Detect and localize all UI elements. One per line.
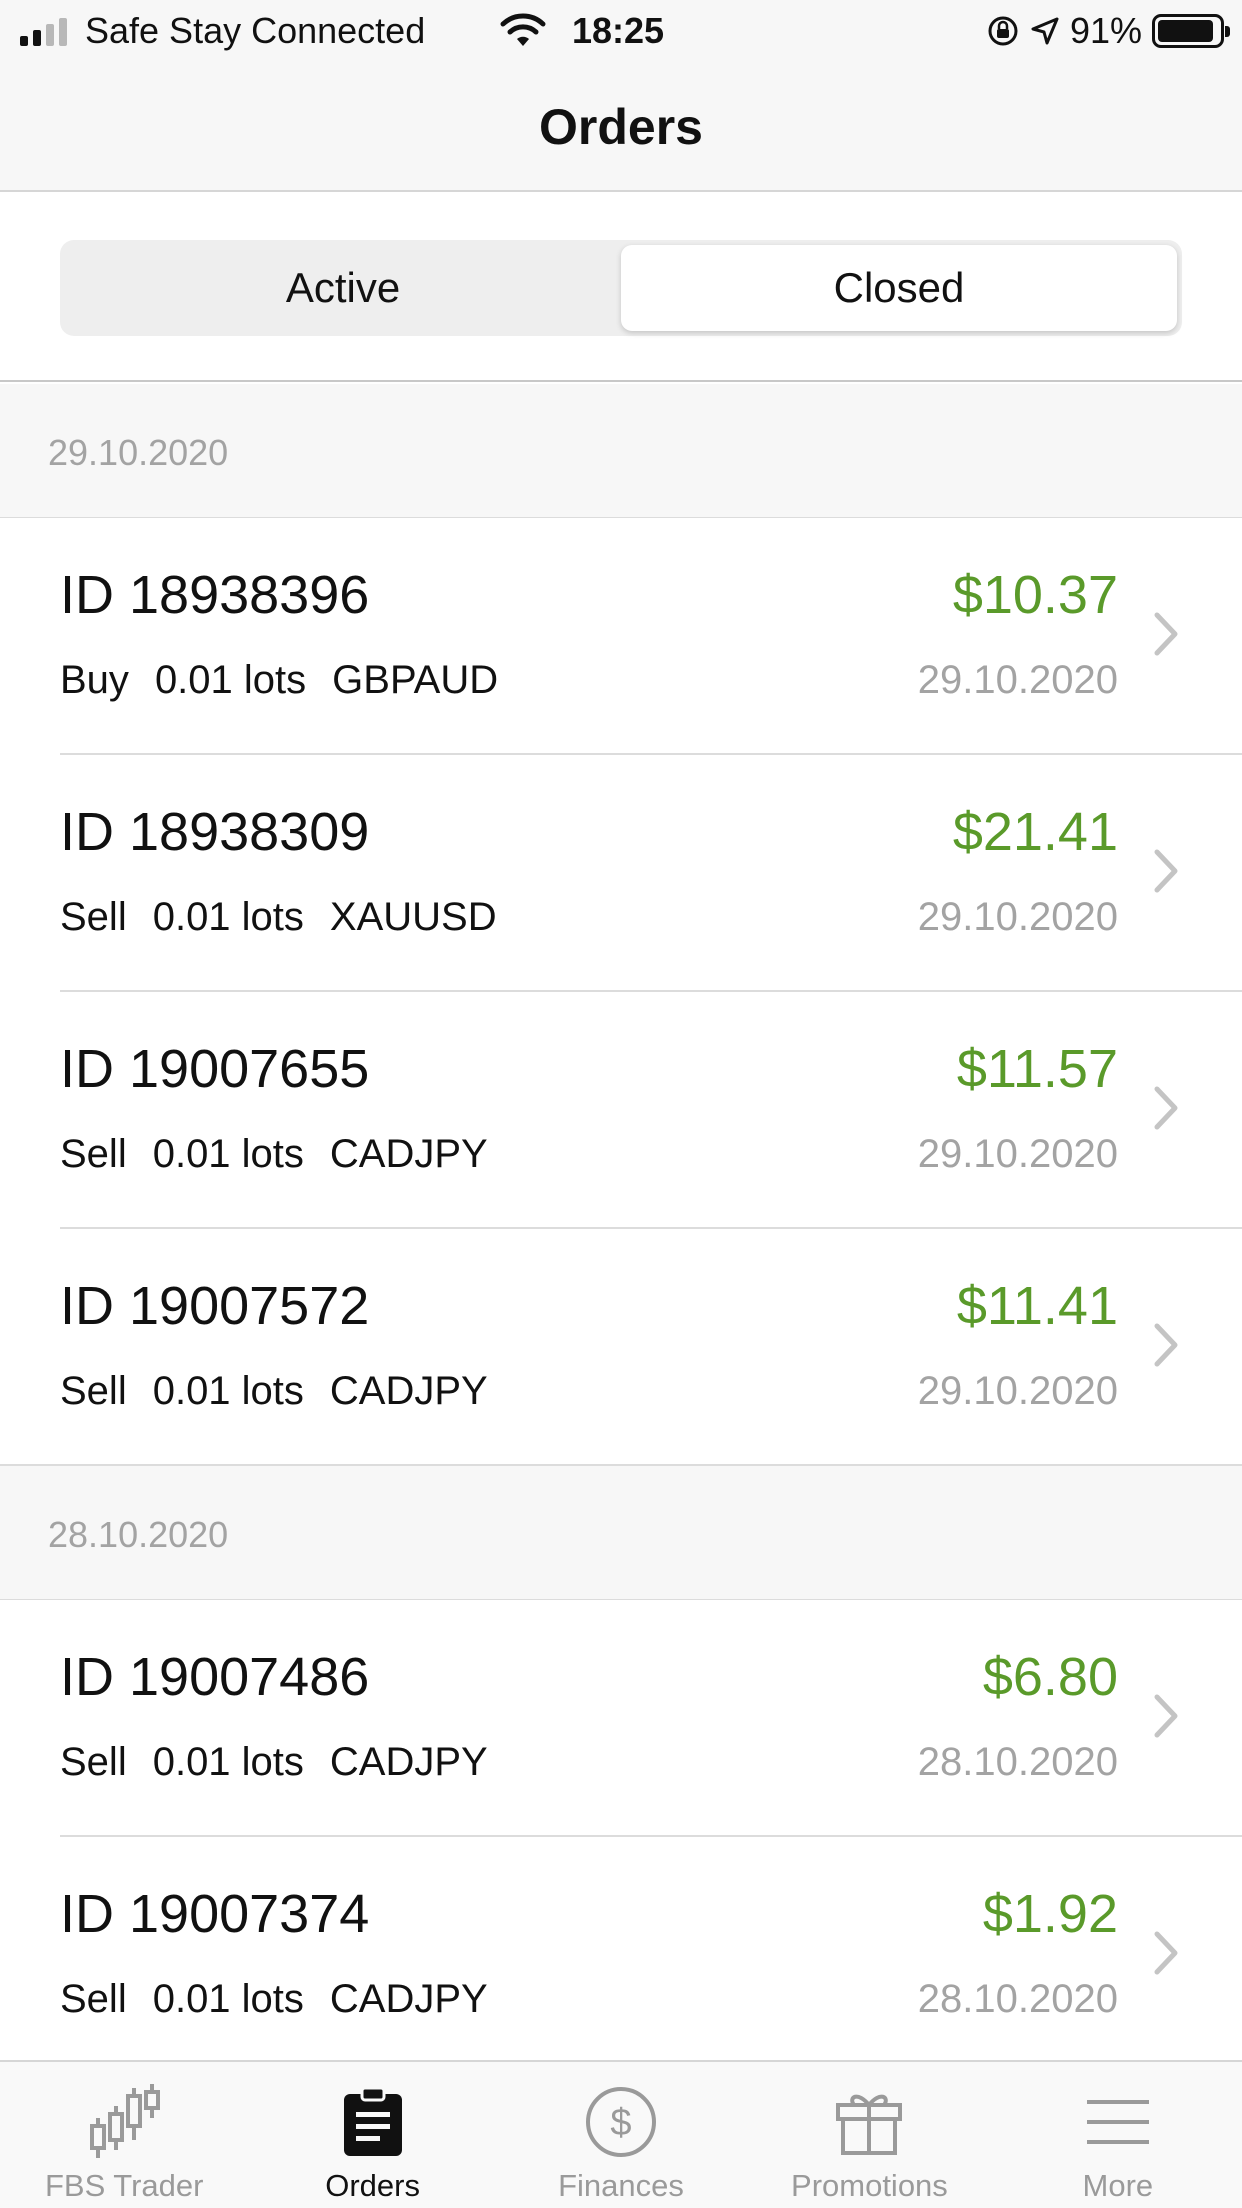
order-lots: 0.01 lots — [152, 1369, 304, 1413]
order-symbol: GBPAUD — [332, 658, 499, 702]
chevron-right-icon — [1154, 1323, 1178, 1367]
tab-more[interactable]: More — [994, 2062, 1242, 2208]
order-side: Sell — [60, 1132, 127, 1176]
section-header: 29.10.2020 — [0, 384, 1242, 518]
order-lots: 0.01 lots — [152, 1977, 304, 2021]
order-date: 29.10.2020 — [917, 658, 1118, 702]
tab-finances[interactable]: $ Finances — [497, 2062, 745, 2208]
clock: 18:25 — [572, 10, 665, 51]
order-profit: $11.57 — [956, 1039, 1118, 1099]
chevron-right-icon — [1154, 612, 1178, 656]
page-title: Orders — [539, 99, 703, 155]
tab-label: Promotions — [791, 2168, 948, 2203]
tab-orders[interactable]: Orders — [248, 2062, 496, 2208]
order-side: Sell — [60, 895, 127, 939]
tab-fbs-trader[interactable]: FBS Trader — [0, 2062, 248, 2208]
battery-fill — [1158, 20, 1213, 42]
battery-percentage: 91% — [1069, 10, 1142, 51]
tab-label: Orders — [325, 2168, 420, 2203]
order-side: Sell — [60, 1977, 127, 2021]
order-row[interactable]: ID 18938396 Buy 0.01 lots GBPAUD $10.37 … — [0, 518, 1242, 755]
chevron-right-icon — [1154, 1931, 1178, 1975]
order-symbol: CADJPY — [329, 1132, 488, 1176]
order-side: Sell — [60, 1740, 127, 1784]
tab-label: More — [1082, 2168, 1154, 2203]
chevron-right-icon — [1154, 849, 1178, 893]
order-profit: $6.80 — [982, 1647, 1118, 1707]
tab-label: Finances — [558, 2168, 684, 2203]
order-meta: Sell 0.01 lots CADJPY — [60, 1132, 488, 1177]
gift-icon — [829, 2082, 909, 2162]
segment-closed[interactable]: Closed — [621, 245, 1177, 331]
order-symbol: CADJPY — [329, 1369, 488, 1413]
order-symbol: CADJPY — [329, 1740, 488, 1784]
segment-container: Active Closed — [0, 194, 1242, 382]
signal-strength-icon — [20, 16, 67, 46]
order-date: 28.10.2020 — [917, 1740, 1118, 1784]
wifi-icon — [500, 13, 546, 46]
svg-text:$: $ — [610, 2102, 631, 2144]
chevron-right-icon — [1154, 1694, 1178, 1738]
order-id: ID 18938309 — [60, 802, 370, 862]
order-id: ID 19007374 — [60, 1884, 370, 1944]
tab-bar: FBS Trader Orders $ Finances Promotions … — [0, 2060, 1242, 2208]
order-date: 28.10.2020 — [917, 1977, 1118, 2021]
order-id: ID 19007655 — [60, 1039, 370, 1099]
order-symbol: XAUUSD — [329, 895, 497, 939]
order-side: Buy — [60, 658, 129, 702]
order-meta: Sell 0.01 lots XAUUSD — [60, 895, 497, 940]
section-date: 28.10.2020 — [48, 1514, 229, 1555]
dollar-circle-icon: $ — [581, 2082, 661, 2162]
order-row[interactable]: ID 19007655 Sell 0.01 lots CADJPY $11.57… — [0, 992, 1242, 1229]
chevron-right-icon — [1154, 1086, 1178, 1130]
status-left: Safe Stay Connected — [20, 10, 425, 52]
order-row[interactable]: ID 19007374 Sell 0.01 lots CADJPY $1.92 … — [0, 1837, 1242, 2074]
order-row[interactable]: ID 19007486 Sell 0.01 lots CADJPY $6.80 … — [0, 1600, 1242, 1837]
order-meta: Sell 0.01 lots CADJPY — [60, 1369, 488, 1414]
order-profit: $21.41 — [952, 802, 1118, 862]
section-date: 29.10.2020 — [48, 432, 229, 473]
order-lots: 0.01 lots — [152, 895, 304, 939]
hamburger-menu-icon — [1078, 2082, 1158, 2162]
carrier-name: Safe Stay Connected — [85, 10, 426, 51]
segment-active[interactable]: Active — [65, 245, 621, 331]
tab-promotions[interactable]: Promotions — [745, 2062, 993, 2208]
order-profit: $10.37 — [952, 565, 1118, 625]
order-meta: Buy 0.01 lots GBPAUD — [60, 658, 498, 703]
order-profit: $1.92 — [982, 1884, 1118, 1944]
tab-label: FBS Trader — [44, 2168, 204, 2203]
order-lots: 0.01 lots — [154, 658, 307, 702]
order-meta: Sell 0.01 lots CADJPY — [60, 1740, 488, 1785]
order-side: Sell — [60, 1369, 127, 1413]
order-id: ID 19007572 — [60, 1276, 370, 1336]
order-lots: 0.01 lots — [152, 1132, 304, 1176]
order-profit: $11.41 — [956, 1276, 1118, 1336]
order-symbol: CADJPY — [329, 1977, 488, 2021]
section-header: 28.10.2020 — [0, 1466, 1242, 1600]
orders-segmented-control: Active Closed — [60, 240, 1182, 336]
order-date: 29.10.2020 — [917, 1369, 1118, 1413]
status-right: 91% — [986, 10, 1230, 52]
navigation-bar: Orders — [0, 62, 1242, 192]
order-row[interactable]: ID 19007572 Sell 0.01 lots CADJPY $11.41… — [0, 1229, 1242, 1466]
battery-icon — [1152, 14, 1230, 48]
location-arrow-icon — [1031, 17, 1059, 45]
order-date: 29.10.2020 — [917, 895, 1118, 939]
clipboard-icon — [333, 2082, 413, 2162]
order-id: ID 19007486 — [60, 1647, 370, 1707]
order-row[interactable]: ID 18938309 Sell 0.01 lots XAUUSD $21.41… — [0, 755, 1242, 992]
order-id: ID 18938396 — [60, 565, 370, 625]
status-bar: Safe Stay Connected 18:25 91% — [0, 0, 1242, 62]
order-date: 29.10.2020 — [917, 1132, 1118, 1176]
rotation-lock-icon — [988, 16, 1018, 46]
candlestick-chart-icon — [84, 2082, 164, 2162]
order-meta: Sell 0.01 lots CADJPY — [60, 1977, 488, 2022]
order-lots: 0.01 lots — [152, 1740, 304, 1784]
